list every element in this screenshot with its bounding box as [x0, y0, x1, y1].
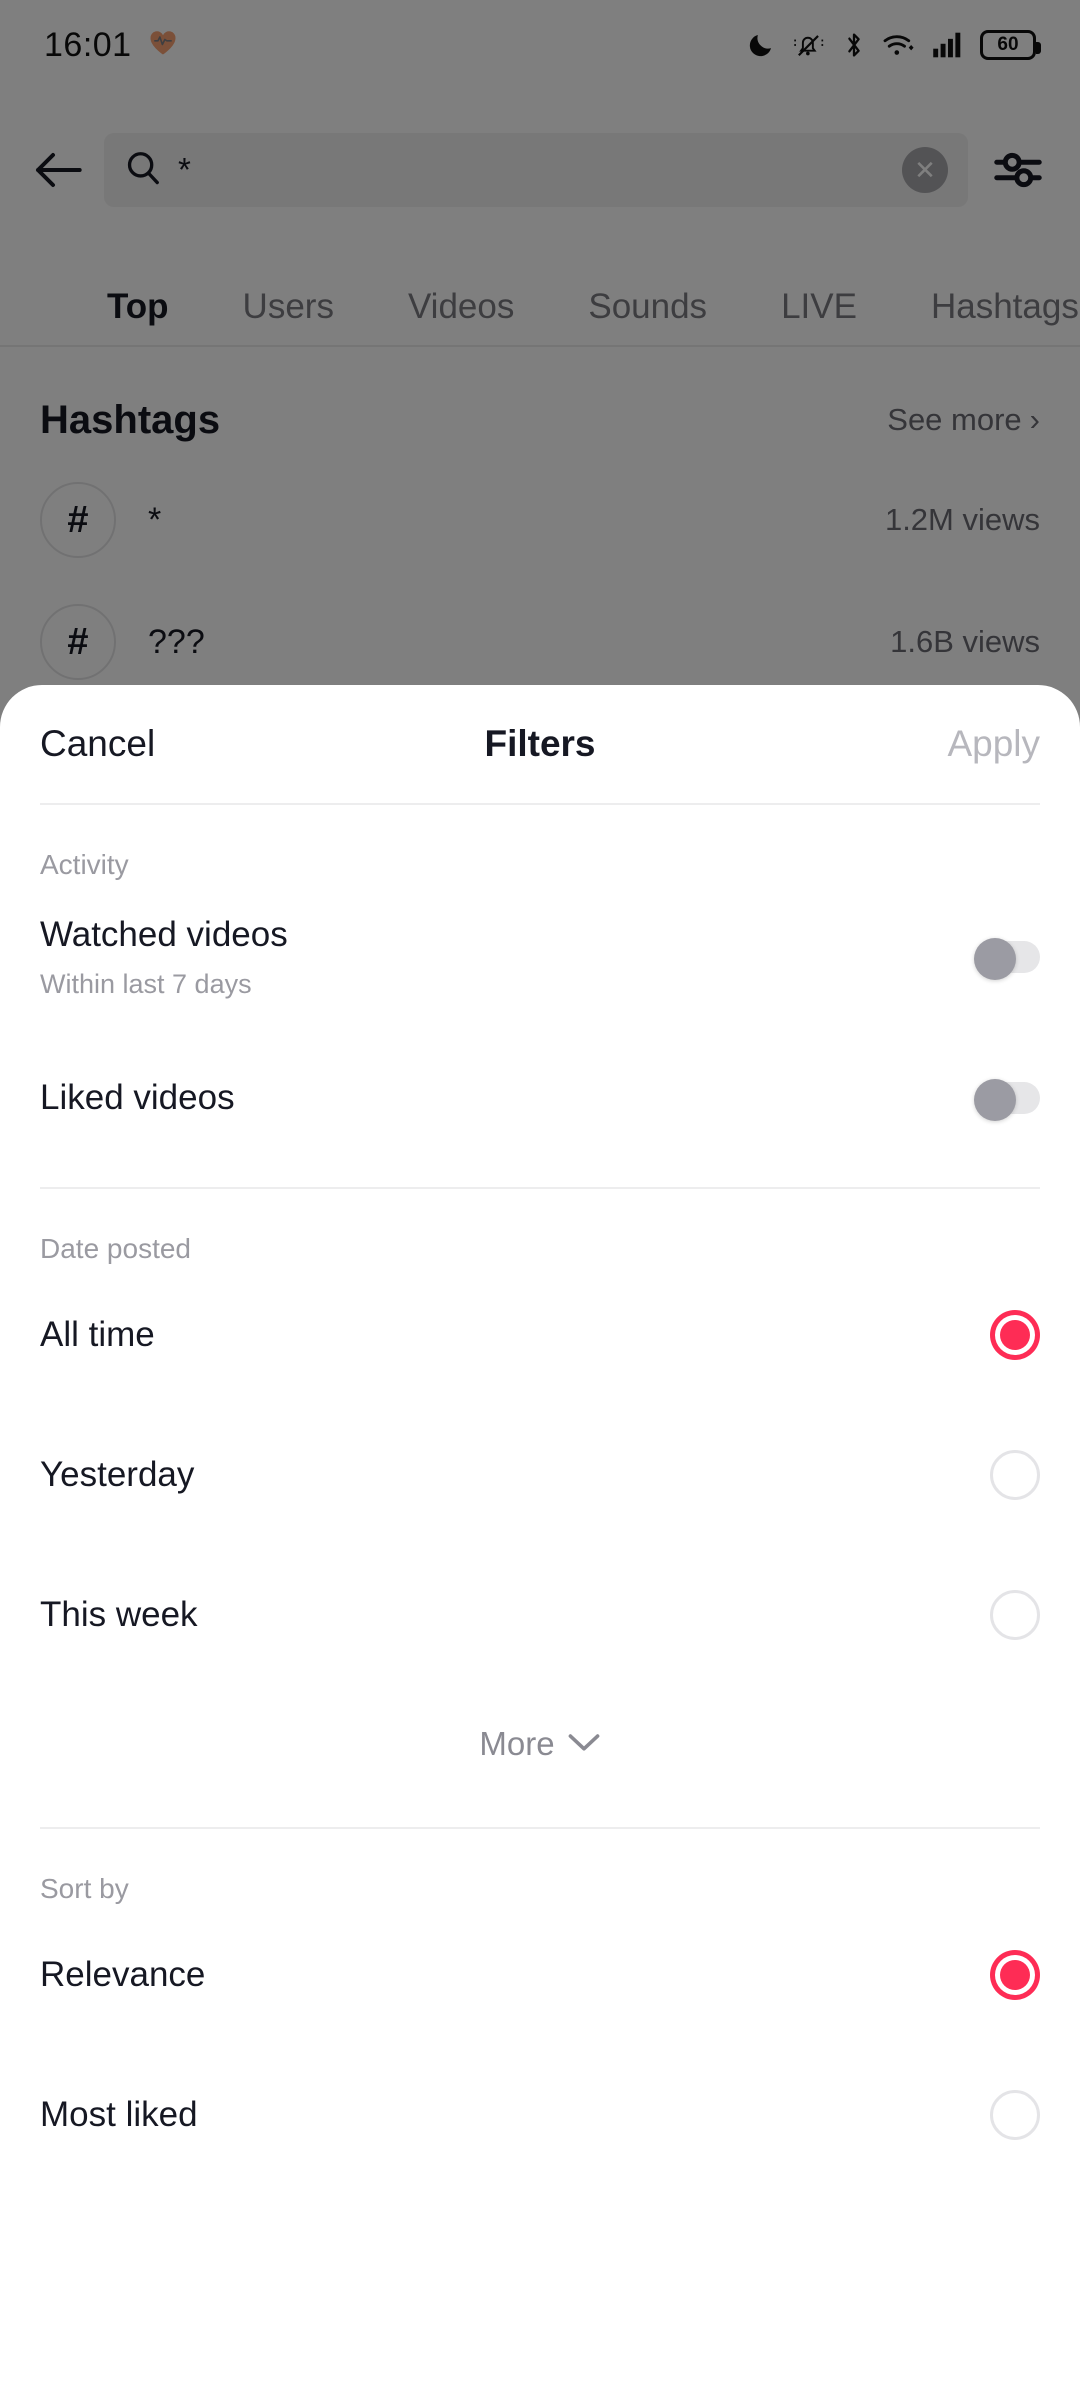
radio-button[interactable]: [990, 2090, 1040, 2140]
toggle-knob: [974, 1079, 1016, 1121]
filter-sublabel: Within last 7 days: [40, 968, 252, 999]
filter-label: Liked videos: [40, 1078, 235, 1117]
filters-sheet-header: Cancel Filters Apply: [0, 685, 1080, 803]
apply-button[interactable]: Apply: [947, 723, 1040, 765]
filter-label: Most liked: [40, 2095, 198, 2134]
filter-label: Watched videos: [40, 914, 288, 954]
date-option-this-week[interactable]: This week: [0, 1545, 1080, 1685]
filter-label: All time: [40, 1315, 155, 1354]
sort-option-relevance[interactable]: Relevance: [0, 1905, 1080, 2045]
row-texts: Liked videos: [40, 1078, 235, 1118]
filter-row-watched-videos[interactable]: Watched videos Within last 7 days: [0, 881, 1080, 1033]
row-texts: Watched videos Within last 7 days: [40, 915, 288, 1000]
filter-row-liked-videos[interactable]: Liked videos: [0, 1033, 1080, 1163]
activity-group-label: Activity: [40, 849, 129, 880]
filters-sheet-title: Filters: [484, 723, 596, 764]
filter-label: This week: [40, 1595, 198, 1634]
filter-label: Relevance: [40, 1955, 206, 1994]
date-posted-group-label: Date posted: [40, 1233, 191, 1264]
radio-button-selected[interactable]: [990, 1950, 1040, 2000]
sort-by-group-label: Sort by: [40, 1873, 129, 1904]
watched-videos-toggle[interactable]: [974, 938, 1040, 980]
radio-button[interactable]: [990, 1450, 1040, 1500]
more-label: More: [479, 1725, 555, 1762]
date-option-yesterday[interactable]: Yesterday: [0, 1405, 1080, 1545]
more-date-options-button[interactable]: More: [0, 1685, 1080, 1803]
chevron-down-icon: [567, 1731, 601, 1758]
tiktok-search-filters-screen: 16:01: [0, 0, 1080, 2400]
radio-button-selected[interactable]: [990, 1310, 1040, 1360]
cancel-button[interactable]: Cancel: [40, 723, 155, 765]
liked-videos-toggle[interactable]: [974, 1079, 1040, 1121]
radio-button[interactable]: [990, 1590, 1040, 1640]
filters-bottom-sheet: Cancel Filters Apply Activity Watched vi…: [0, 685, 1080, 2400]
sort-option-most-liked[interactable]: Most liked: [0, 2045, 1080, 2185]
toggle-knob: [974, 938, 1016, 980]
filter-label: Yesterday: [40, 1455, 195, 1494]
date-option-all-time[interactable]: All time: [0, 1265, 1080, 1405]
